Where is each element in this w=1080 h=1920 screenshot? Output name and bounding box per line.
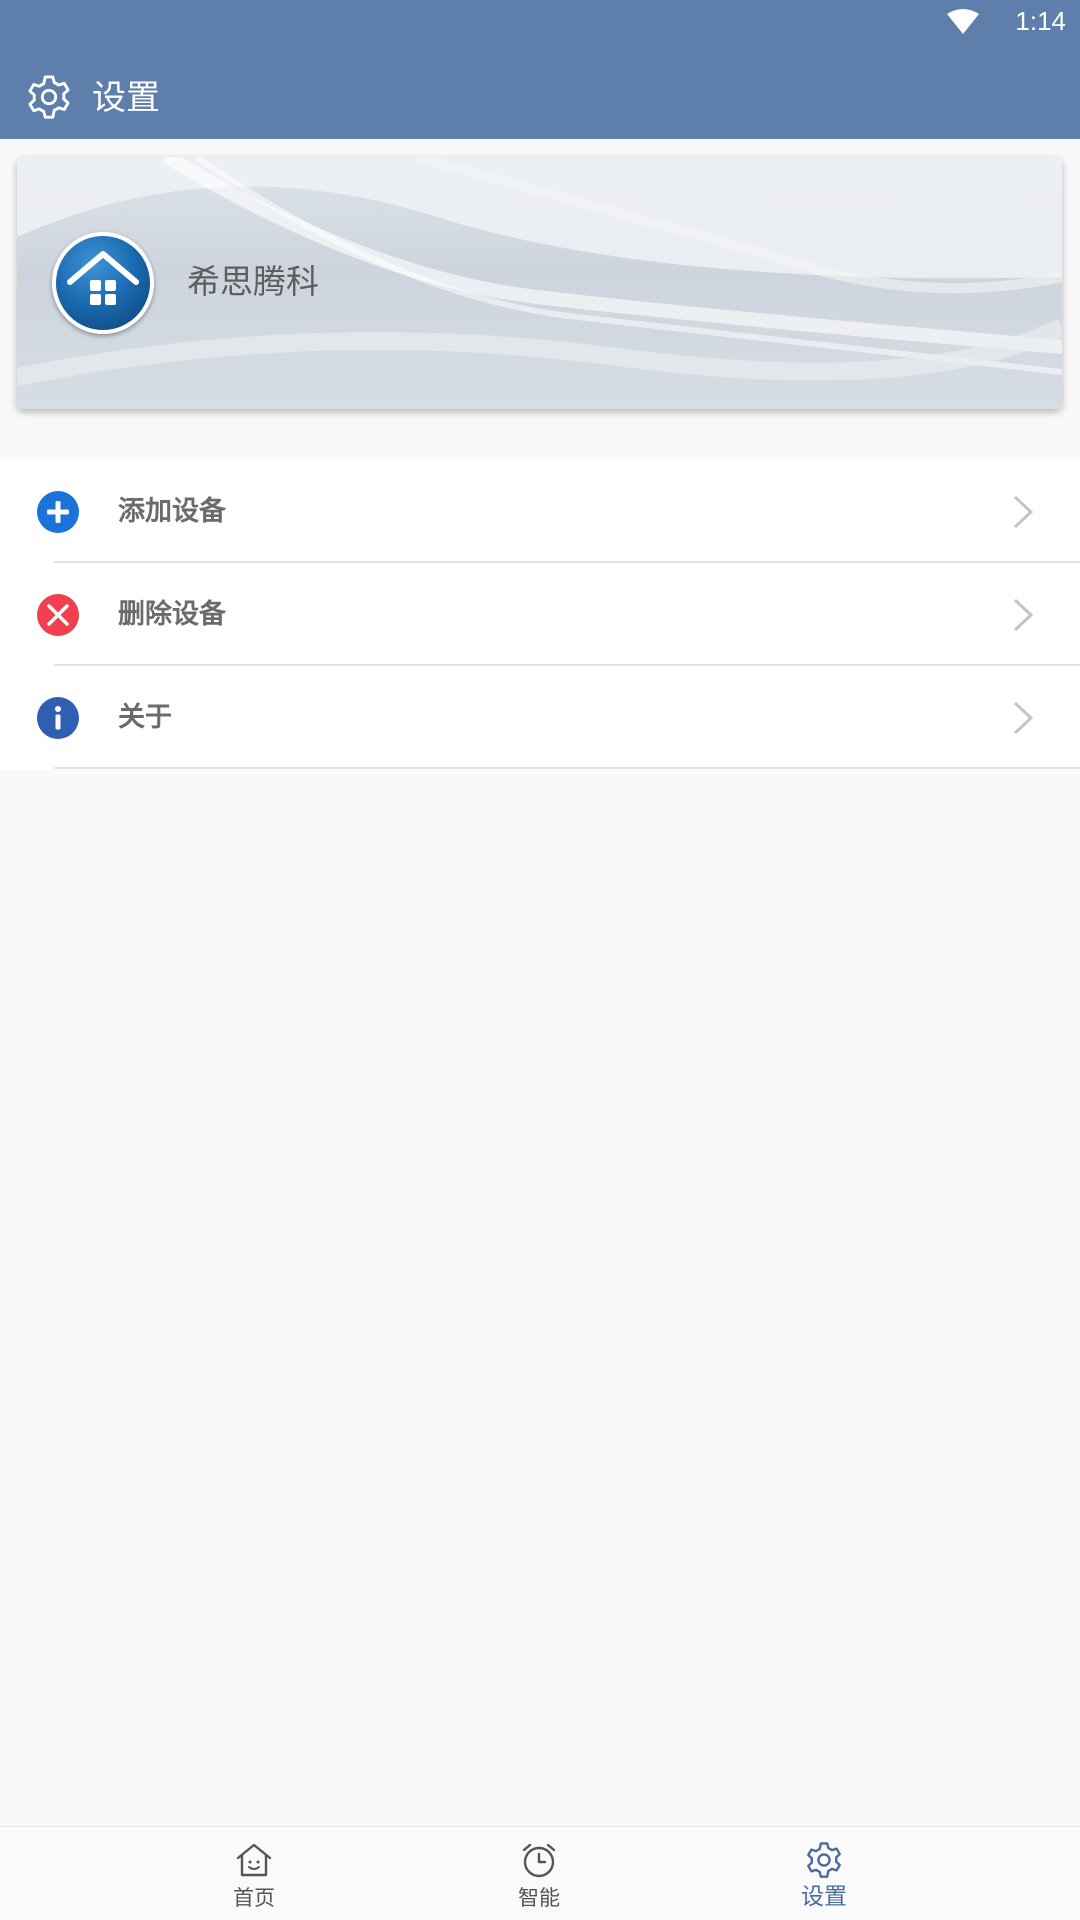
menu-item-label: 删除设备 <box>118 599 226 630</box>
tab-label: 首页 <box>233 1886 275 1910</box>
tab-home[interactable]: 首页 <box>154 1827 354 1920</box>
avatar <box>52 232 154 334</box>
status-bar: 1:14 <box>0 0 1080 42</box>
profile-banner[interactable]: 希思腾科 <box>17 157 1062 409</box>
add-circle-icon <box>37 491 79 533</box>
alarm-clock-icon <box>522 1843 556 1878</box>
tab-settings[interactable]: 设置 <box>724 1827 924 1920</box>
divider <box>54 767 1080 769</box>
menu-item-label: 添加设备 <box>118 496 226 527</box>
page-title: 设置 <box>92 78 160 118</box>
info-icon <box>37 697 79 739</box>
gear-icon <box>807 1842 841 1878</box>
home-icon <box>236 1843 272 1877</box>
menu-item-add-device[interactable]: 添加设备 <box>0 460 1080 563</box>
tab-label: 设置 <box>801 1884 847 1910</box>
home-logo-icon <box>67 251 139 305</box>
menu-item-label: 关于 <box>118 702 172 733</box>
wifi-icon <box>947 9 979 34</box>
close-circle-icon <box>37 594 79 636</box>
menu-item-delete-device[interactable]: 删除设备 <box>0 563 1080 666</box>
chevron-right-icon <box>1013 598 1034 632</box>
gear-icon <box>28 75 70 119</box>
bottom-nav: 首页 智能 设置 <box>0 1826 1080 1920</box>
chevron-right-icon <box>1013 495 1034 529</box>
settings-screen: 1:14 设置 希思腾科 添加设备 删除设备 关于 首页 智能 设置 <box>0 0 1080 1920</box>
status-time: 1:14 <box>1015 6 1066 36</box>
profile-name: 希思腾科 <box>187 262 319 301</box>
wave-background <box>17 157 1062 386</box>
menu-item-about[interactable]: 关于 <box>0 666 1080 769</box>
app-header: 设置 <box>0 42 1080 139</box>
tab-smart[interactable]: 智能 <box>439 1827 639 1920</box>
chevron-right-icon <box>1013 701 1034 735</box>
settings-menu: 添加设备 删除设备 关于 <box>0 460 1080 770</box>
tab-label: 智能 <box>518 1886 560 1910</box>
